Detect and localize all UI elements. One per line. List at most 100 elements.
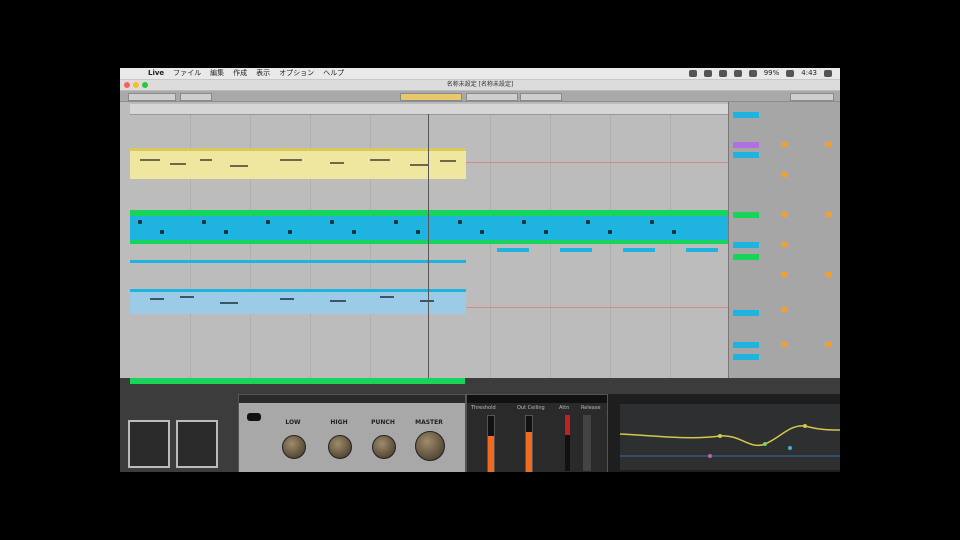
eq-display[interactable]	[619, 404, 840, 470]
activator-button[interactable]	[781, 172, 788, 177]
menu-edit[interactable]: 編集	[210, 68, 224, 79]
grid-line	[670, 114, 671, 384]
track-slot[interactable]	[733, 212, 759, 218]
track-slot[interactable]	[733, 354, 759, 360]
power-icon[interactable]	[247, 413, 261, 421]
midi-note	[170, 163, 186, 165]
minimize-icon[interactable]	[133, 82, 139, 88]
activator-button[interactable]	[781, 307, 788, 312]
track-slot[interactable]	[733, 112, 759, 118]
menu-view[interactable]: 表示	[256, 68, 270, 79]
attenuation-label: Attn	[559, 405, 570, 411]
eq-band-point[interactable]	[708, 454, 712, 458]
close-icon[interactable]	[124, 82, 130, 88]
drum-hit	[416, 230, 420, 234]
track-divider	[466, 307, 728, 308]
arrangement-view[interactable]	[120, 102, 728, 384]
track-slot[interactable]	[733, 152, 759, 158]
battery-icon[interactable]	[786, 70, 795, 77]
midi-note	[370, 159, 390, 161]
track-slot[interactable]	[733, 242, 759, 248]
selected-clip-strip[interactable]	[130, 378, 465, 384]
drum-pad[interactable]	[176, 420, 218, 468]
activator-button[interactable]	[781, 272, 788, 277]
high-knob[interactable]	[328, 435, 352, 459]
short-clip[interactable]	[623, 248, 655, 252]
status-icon[interactable]	[718, 70, 727, 77]
beat-ruler[interactable]	[130, 104, 728, 115]
activator-button[interactable]	[781, 342, 788, 347]
drum-hit	[586, 220, 590, 224]
time-signature[interactable]	[180, 93, 212, 101]
grid-line	[490, 114, 491, 384]
wifi-icon[interactable]	[748, 70, 757, 77]
activator-button[interactable]	[781, 242, 788, 247]
activator-button[interactable]	[781, 142, 788, 147]
monitor-button[interactable]	[825, 272, 832, 277]
attenuation-meter	[565, 415, 570, 471]
attenuation-fill	[565, 415, 570, 435]
drum-hit	[544, 230, 548, 234]
drum-hit	[394, 220, 398, 224]
menu-options[interactable]: オプション	[279, 68, 314, 79]
eq-band-point[interactable]	[788, 446, 792, 450]
short-clip[interactable]	[497, 248, 529, 252]
search-icon[interactable]	[824, 70, 832, 77]
drum-hit	[138, 220, 142, 224]
track-slot[interactable]	[733, 254, 759, 260]
status-area: 99% 4:43	[688, 68, 832, 79]
cpu-meter	[790, 93, 834, 101]
track-slot[interactable]	[733, 342, 759, 348]
master-knob[interactable]	[415, 431, 445, 461]
plugin-window: LOW HIGH PUNCH MASTER	[238, 394, 466, 472]
menu-app[interactable]: Live	[148, 68, 164, 79]
automation-clip[interactable]	[130, 260, 466, 263]
loop-controls[interactable]	[520, 93, 562, 101]
track-slot[interactable]	[733, 310, 759, 316]
menu-create[interactable]: 作成	[233, 68, 247, 79]
transport-controls[interactable]	[400, 93, 462, 101]
clock: 4:43	[801, 69, 817, 77]
window-titlebar: 名称未設定 [名称未設定]	[120, 80, 840, 91]
drum-pad[interactable]	[128, 420, 170, 468]
midi-note	[140, 159, 160, 161]
midi-clip-yellow[interactable]	[130, 148, 466, 179]
eq-band-point[interactable]	[763, 442, 767, 446]
drum-hit	[522, 220, 526, 224]
monitor-button[interactable]	[825, 142, 832, 147]
menu-file[interactable]: ファイル	[173, 68, 201, 79]
drum-hit	[672, 230, 676, 234]
threshold-slider[interactable]	[487, 415, 495, 472]
drum-hit	[650, 220, 654, 224]
knob-label: LOW	[285, 419, 301, 426]
tempo-control[interactable]	[128, 93, 176, 101]
drum-clip-cyan[interactable]	[130, 216, 728, 240]
eq-band-point[interactable]	[803, 424, 807, 428]
track-slot[interactable]	[733, 142, 759, 148]
playhead[interactable]	[428, 114, 429, 384]
midi-note	[150, 298, 164, 300]
low-knob[interactable]	[282, 435, 306, 459]
short-clip[interactable]	[686, 248, 718, 252]
short-clip[interactable]	[560, 248, 592, 252]
punch-knob[interactable]	[372, 435, 396, 459]
monitor-button[interactable]	[825, 342, 832, 347]
menu-help[interactable]: ヘルプ	[323, 68, 344, 79]
status-icon[interactable]	[688, 70, 697, 77]
activator-button[interactable]	[781, 212, 788, 217]
menu-bar: Live ファイル 編集 作成 表示 オプション ヘルプ 99% 4:43	[120, 68, 840, 80]
eq-band-point[interactable]	[718, 434, 722, 438]
threshold-fill	[488, 436, 494, 472]
clip-footer-green[interactable]	[130, 240, 728, 244]
arrangement-position[interactable]	[466, 93, 518, 101]
release-control[interactable]	[583, 415, 591, 471]
status-icon[interactable]	[703, 70, 712, 77]
monitor-button[interactable]	[825, 212, 832, 217]
out-ceiling-slider[interactable]	[525, 415, 533, 472]
zoom-icon[interactable]	[142, 82, 148, 88]
midi-note	[280, 298, 294, 300]
drum-hit	[160, 230, 164, 234]
midi-note	[440, 160, 456, 162]
dropbox-icon[interactable]	[733, 70, 742, 77]
midi-clip-blue[interactable]	[130, 292, 466, 314]
